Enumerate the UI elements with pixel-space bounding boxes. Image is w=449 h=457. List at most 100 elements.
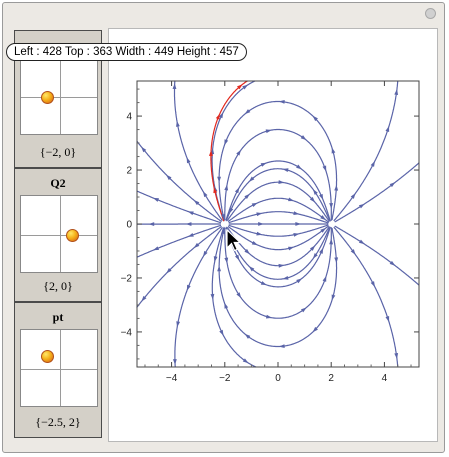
field-arrow xyxy=(258,222,264,226)
field-arrow xyxy=(312,189,318,195)
locator-pane-q1[interactable] xyxy=(20,57,98,135)
field-lines xyxy=(136,80,420,368)
x-tick-label: 2 xyxy=(328,373,334,384)
field-arrow xyxy=(334,257,339,264)
field-arrow xyxy=(202,191,208,198)
field-arrow xyxy=(236,292,242,299)
field-arrow xyxy=(288,246,295,251)
field-arrow xyxy=(215,113,220,120)
locator-label-q2: Q2 xyxy=(50,176,66,190)
y-tick-label: 4 xyxy=(126,112,132,123)
field-line-21 xyxy=(333,80,399,222)
field-arrow xyxy=(172,359,177,365)
field-arrow xyxy=(186,157,191,164)
locator-h-axis xyxy=(21,97,97,98)
field-arrow xyxy=(329,203,334,209)
field-arrow xyxy=(217,176,222,183)
field-arrow xyxy=(394,89,399,96)
locator-point-pt[interactable] xyxy=(41,350,54,363)
field-line-9 xyxy=(136,190,222,224)
field-arrow xyxy=(358,203,365,209)
field-arrow xyxy=(260,162,267,167)
field-arrow xyxy=(385,316,390,323)
field-arrow xyxy=(331,147,336,154)
field-arrow xyxy=(296,278,303,284)
plot-area: −4 −2 0 2 4 4 2 0 −2 −4 xyxy=(108,28,438,442)
field-arrow xyxy=(358,239,365,245)
locator-panel-pt: pt {−2.5, 2} xyxy=(14,302,102,438)
locator-pane-q2[interactable] xyxy=(20,195,98,273)
field-line-24 xyxy=(334,225,420,286)
geometry-tooltip: Left : 428 Top : 363 Width : 449 Height … xyxy=(6,43,247,61)
field-arrow xyxy=(234,187,240,194)
window-menu-button[interactable] xyxy=(425,8,436,19)
field-line-11 xyxy=(136,224,222,258)
locator-v-axis xyxy=(60,196,61,272)
field-line-5 xyxy=(224,128,332,221)
field-arrow xyxy=(265,314,273,319)
field-arrow xyxy=(329,238,334,245)
field-arrow xyxy=(296,164,302,170)
field-line-13 xyxy=(174,226,223,368)
field-line-7 xyxy=(173,80,223,222)
field-arrow xyxy=(322,275,327,282)
field-arrow xyxy=(186,284,191,291)
x-tick-label: −2 xyxy=(219,373,231,384)
locator-value-pt: {−2.5, 2} xyxy=(35,415,81,429)
field-arrow xyxy=(234,254,240,261)
y-tick-label: 0 xyxy=(126,220,132,231)
field-arrow xyxy=(322,165,327,172)
field-arrow xyxy=(172,83,177,90)
field-arrow xyxy=(370,160,375,167)
field-arrow xyxy=(312,253,318,259)
field-arrow xyxy=(260,281,267,286)
field-arrow xyxy=(265,129,272,134)
field-arrow xyxy=(152,197,159,202)
locator-value-q1: {−2, 0} xyxy=(39,145,77,159)
field-arrow xyxy=(224,139,229,146)
y-tick-label: −2 xyxy=(121,273,133,284)
x-tick-label: 0 xyxy=(275,373,281,384)
locator-v-axis xyxy=(60,330,61,406)
locator-panel-q2: Q2 {2, 0} xyxy=(14,168,102,302)
field-line-8 xyxy=(136,140,222,223)
field-arrow xyxy=(370,281,375,288)
x-tick-label: 4 xyxy=(382,373,388,384)
locator-point-q1[interactable] xyxy=(41,91,54,104)
locator-v-axis xyxy=(60,58,61,134)
field-line-25 xyxy=(333,226,399,368)
field-arrow xyxy=(251,240,258,246)
locator-value-q2: {2, 0} xyxy=(43,279,73,293)
field-line-plot[interactable]: −4 −2 0 2 4 4 2 0 −2 −4 xyxy=(109,29,437,441)
field-line-12 xyxy=(136,225,222,308)
field-arrow xyxy=(295,222,302,226)
field-arrow xyxy=(219,329,224,336)
locator-point-q2[interactable] xyxy=(66,229,79,242)
locator-h-axis xyxy=(21,235,97,236)
field-line-23 xyxy=(225,168,331,222)
y-tick-label: −4 xyxy=(121,327,133,338)
x-tick-label: −4 xyxy=(166,373,178,384)
mouse-cursor-icon xyxy=(226,229,242,252)
field-line-20 xyxy=(334,162,420,223)
y-tick-label: 2 xyxy=(126,166,132,177)
field-arrow xyxy=(202,250,208,257)
field-arrow xyxy=(334,184,339,191)
control-column: {−2, 0} Q2 {2, 0} pt {−2.5, 2} xyxy=(14,30,102,440)
locator-label-pt: pt xyxy=(52,310,64,324)
field-arrow xyxy=(251,202,258,207)
field-arrow xyxy=(224,302,229,309)
field-line-19 xyxy=(228,224,329,237)
tick-labels: −4 −2 0 2 4 4 2 0 −2 −4 xyxy=(121,112,388,384)
field-arrow xyxy=(385,125,390,132)
field-arrow xyxy=(288,197,295,202)
field-arrow xyxy=(187,232,194,237)
field-arrow xyxy=(187,211,194,216)
locator-pane-pt[interactable] xyxy=(20,329,98,407)
field-line-1 xyxy=(228,211,329,224)
field-arrow xyxy=(331,294,336,301)
field-arrow xyxy=(185,222,192,226)
locator-h-axis xyxy=(21,369,97,370)
field-arrow xyxy=(148,222,155,226)
field-arrow xyxy=(394,352,399,359)
